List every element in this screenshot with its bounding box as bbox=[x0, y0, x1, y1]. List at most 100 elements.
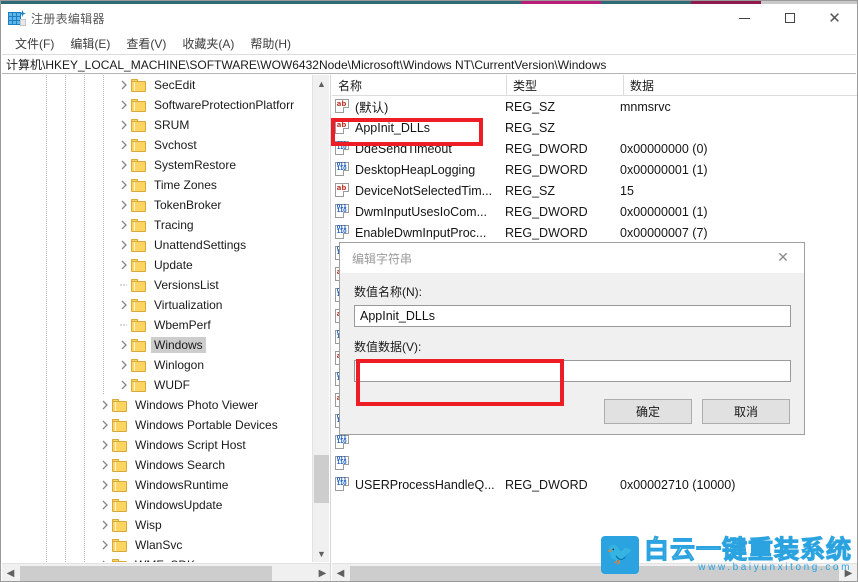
tree-guide-line bbox=[46, 135, 47, 155]
chevron-right-icon[interactable] bbox=[117, 155, 131, 175]
chevron-right-icon[interactable] bbox=[117, 355, 131, 375]
tree-item-windowsupdate[interactable]: WindowsUpdate bbox=[2, 495, 312, 515]
table-row[interactable]: 011110 bbox=[332, 453, 857, 474]
tree-item-srum[interactable]: SRUM bbox=[2, 115, 312, 135]
close-button[interactable]: ✕ bbox=[812, 4, 857, 32]
window-controls: ✕ bbox=[722, 4, 857, 32]
column-header-type[interactable]: 类型 bbox=[507, 75, 624, 96]
tree-item-windows-search[interactable]: Windows Search bbox=[2, 455, 312, 475]
tree-scroll-thumb[interactable] bbox=[314, 455, 329, 503]
chevron-right-icon[interactable] bbox=[98, 435, 112, 455]
tree-item-tokenbroker[interactable]: TokenBroker bbox=[2, 195, 312, 215]
scroll-up-icon[interactable]: ▲ bbox=[313, 75, 330, 92]
table-row[interactable]: 011110USERProcessHandleQ...REG_DWORD0x00… bbox=[332, 474, 857, 495]
registry-tree[interactable]: SecEditSoftwareProtectionPlatforrSRUMSvc… bbox=[2, 75, 312, 562]
tree-item-windows[interactable]: Windows bbox=[2, 335, 312, 355]
table-row[interactable]: 011110 bbox=[332, 432, 857, 453]
table-row[interactable]: 011110DdeSendTimeoutREG_DWORD0x00000000 … bbox=[332, 138, 857, 159]
folder-icon bbox=[112, 439, 127, 452]
tree-guide-line bbox=[84, 335, 85, 355]
tree-guide-line bbox=[103, 155, 104, 175]
tree-item-label: Windows Search bbox=[132, 457, 228, 473]
chevron-right-icon[interactable] bbox=[117, 95, 131, 115]
chevron-right-icon[interactable] bbox=[98, 455, 112, 475]
tree-item-windows-photo-viewer[interactable]: Windows Photo Viewer bbox=[2, 395, 312, 415]
menu-file[interactable]: 文件(F) bbox=[7, 33, 62, 54]
tree-hscroll-thumb[interactable] bbox=[20, 566, 272, 581]
tree-item-systemrestore[interactable]: SystemRestore bbox=[2, 155, 312, 175]
dialog-close-button[interactable]: ✕ bbox=[762, 243, 804, 273]
cancel-button[interactable]: 取消 bbox=[702, 399, 790, 424]
column-header-name[interactable]: 名称 bbox=[332, 75, 507, 96]
chevron-right-icon[interactable] bbox=[98, 475, 112, 495]
chevron-right-icon[interactable] bbox=[98, 415, 112, 435]
tree-item-svchost[interactable]: Svchost bbox=[2, 135, 312, 155]
chevron-right-icon[interactable] bbox=[117, 235, 131, 255]
chevron-right-icon[interactable] bbox=[117, 195, 131, 215]
column-header-data[interactable]: 数据 bbox=[624, 75, 857, 96]
tree-item-wisp[interactable]: Wisp bbox=[2, 515, 312, 535]
scroll-left-icon[interactable]: ◀ bbox=[2, 564, 19, 582]
value-name-input[interactable] bbox=[354, 305, 791, 327]
tree-item-secedit[interactable]: SecEdit bbox=[2, 75, 312, 95]
tree-guide-line bbox=[84, 255, 85, 275]
tree-item-wudf[interactable]: WUDF bbox=[2, 375, 312, 395]
minimize-button[interactable] bbox=[722, 4, 767, 32]
ok-button[interactable]: 确定 bbox=[604, 399, 692, 424]
tree-item-wbemperf[interactable]: WbemPerf bbox=[2, 315, 312, 335]
table-row[interactable]: abAppInit_DLLsREG_SZ bbox=[332, 117, 857, 138]
chevron-right-icon[interactable] bbox=[117, 115, 131, 135]
menu-help[interactable]: 帮助(H) bbox=[242, 33, 299, 54]
chevron-right-icon[interactable] bbox=[117, 135, 131, 155]
scroll-down-icon[interactable]: ▼ bbox=[313, 545, 330, 562]
tree-item-windows-script-host[interactable]: Windows Script Host bbox=[2, 435, 312, 455]
title-bar: 注册表编辑器 ✕ bbox=[1, 4, 857, 32]
chevron-right-icon[interactable] bbox=[117, 375, 131, 395]
chevron-right-icon[interactable] bbox=[117, 255, 131, 275]
tree-horizontal-scrollbar[interactable]: ◀ ▶ bbox=[2, 563, 331, 582]
menu-view[interactable]: 查看(V) bbox=[118, 33, 174, 54]
tree-item-label: WlanSvc bbox=[132, 537, 185, 553]
chevron-right-icon[interactable] bbox=[117, 75, 131, 95]
table-row[interactable]: 011110DesktopHeapLoggingREG_DWORD0x00000… bbox=[332, 159, 857, 180]
tree-guide-line bbox=[46, 515, 47, 535]
folder-icon bbox=[131, 219, 146, 232]
tree-item-label: Time Zones bbox=[151, 177, 220, 193]
tree-item-update[interactable]: Update bbox=[2, 255, 312, 275]
tree-item-virtualization[interactable]: Virtualization bbox=[2, 295, 312, 315]
tree-item-wlansvc[interactable]: WlanSvc bbox=[2, 535, 312, 555]
value-data-input[interactable] bbox=[354, 360, 791, 382]
tree-guide-line bbox=[46, 475, 47, 495]
tree-item-unattendsettings[interactable]: UnattendSettings bbox=[2, 235, 312, 255]
chevron-right-icon[interactable] bbox=[98, 535, 112, 555]
tree-item-softwareprotectionplatforr[interactable]: SoftwareProtectionPlatforr bbox=[2, 95, 312, 115]
tree-item-versionslist[interactable]: VersionsList bbox=[2, 275, 312, 295]
chevron-right-icon[interactable] bbox=[117, 215, 131, 235]
registry-path: 计算机\HKEY_LOCAL_MACHINE\SOFTWARE\WOW6432N… bbox=[2, 56, 606, 73]
tree-guide-line bbox=[103, 315, 104, 335]
chevron-right-icon[interactable] bbox=[98, 515, 112, 535]
table-row[interactable]: 011110EnableDwmInputProc...REG_DWORD0x00… bbox=[332, 222, 857, 243]
scroll-right-icon[interactable]: ▶ bbox=[314, 564, 331, 582]
table-row[interactable]: ab(默认)REG_SZmnmsrvc bbox=[332, 96, 857, 117]
menu-edit[interactable]: 编辑(E) bbox=[62, 33, 118, 54]
table-row[interactable]: abDeviceNotSelectedTim...REG_SZ15 bbox=[332, 180, 857, 201]
tree-item-tracing[interactable]: Tracing bbox=[2, 215, 312, 235]
chevron-right-icon[interactable] bbox=[98, 555, 112, 562]
tree-item-wmf-sdk[interactable]: WMF_SDK bbox=[2, 555, 312, 562]
chevron-right-icon[interactable] bbox=[117, 295, 131, 315]
tree-item-time-zones[interactable]: Time Zones bbox=[2, 175, 312, 195]
menu-favorites[interactable]: 收藏夹(A) bbox=[174, 33, 242, 54]
values-scroll-left-icon[interactable]: ◀ bbox=[332, 564, 349, 582]
chevron-right-icon[interactable] bbox=[117, 335, 131, 355]
tree-item-windows-portable-devices[interactable]: Windows Portable Devices bbox=[2, 415, 312, 435]
tree-vertical-scrollbar[interactable]: ▲ ▼ bbox=[312, 75, 329, 562]
chevron-right-icon[interactable] bbox=[117, 175, 131, 195]
chevron-right-icon[interactable] bbox=[98, 495, 112, 515]
tree-item-winlogon[interactable]: Winlogon bbox=[2, 355, 312, 375]
address-bar[interactable]: 计算机\HKEY_LOCAL_MACHINE\SOFTWARE\WOW6432N… bbox=[2, 54, 856, 74]
tree-item-windowsruntime[interactable]: WindowsRuntime bbox=[2, 475, 312, 495]
chevron-right-icon[interactable] bbox=[98, 395, 112, 415]
maximize-button[interactable] bbox=[767, 4, 812, 32]
table-row[interactable]: 011110DwmInputUsesIoCom...REG_DWORD0x000… bbox=[332, 201, 857, 222]
